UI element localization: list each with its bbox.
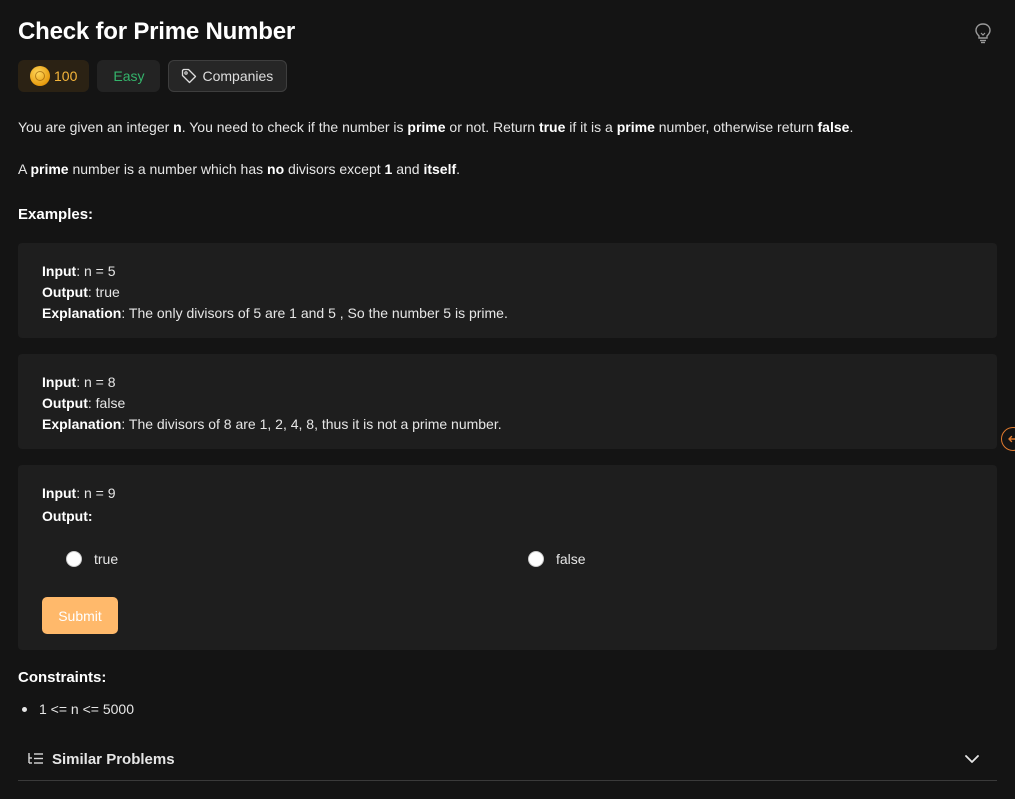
quiz-input: Input: n = 9 (42, 485, 116, 501)
bullet (22, 706, 27, 712)
coin-icon (30, 66, 50, 86)
text-segment: divisors except (284, 161, 385, 177)
quiz-output-label: Output: (42, 508, 93, 524)
lightbulb-icon[interactable] (973, 22, 993, 44)
radio-button-false[interactable] (528, 551, 544, 567)
description-paragraph-2: A prime number is a number which has no … (18, 159, 460, 179)
difficulty-badge: Easy (97, 60, 161, 92)
coins-badge: 100 (18, 60, 90, 92)
tag-icon (182, 68, 197, 84)
text-segment: and (392, 161, 424, 177)
example-input: Input: n = 8 (42, 374, 116, 390)
example-explanation: Explanation: The divisors of 8 are 1, 2,… (42, 416, 502, 432)
example-card: Input: n = 5 Output: true Explanation: T… (18, 243, 997, 338)
example-input: Input: n = 5 (42, 263, 116, 279)
emphasis-text: prime (407, 119, 446, 135)
radio-button-true[interactable] (66, 551, 82, 567)
list-tree-icon (28, 753, 43, 764)
emphasis-text: no (267, 161, 285, 177)
text-segment: . (456, 161, 461, 177)
emphasis-text: prime (616, 119, 655, 135)
option-false-label: false (556, 551, 586, 567)
quiz-card: Input: n = 9 Output: true false Submit (18, 465, 997, 650)
constraint-item: 1 <= n <= 5000 (18, 700, 134, 718)
example-output: Output: true (42, 284, 120, 300)
page-title: Check for Prime Number (18, 18, 296, 45)
companies-button[interactable]: Companies (168, 60, 288, 92)
constraints-list: 1 <= n <= 5000 (18, 700, 134, 718)
coins-value: 100 (54, 68, 78, 84)
example-explanation: Explanation: The only divisors of 5 are … (42, 305, 508, 321)
constraint-text: 1 <= n <= 5000 (39, 701, 134, 717)
emphasis-text: false (817, 119, 850, 135)
answer-options: true false (66, 551, 997, 575)
example-card: Input: n = 8 Output: false Explanation: … (18, 354, 997, 449)
option-false[interactable]: false (528, 551, 586, 567)
submit-button[interactable]: Submit (42, 597, 118, 634)
text-segment: You are given an integer (18, 119, 174, 135)
emphasis-text: prime (30, 161, 69, 177)
description-paragraph-1: You are given an integer n. You need to … (18, 117, 853, 137)
text-segment: . You need to check if the number is (181, 119, 408, 135)
text-segment: number, otherwise return (654, 119, 818, 135)
emphasis-text: true (538, 119, 566, 135)
chevron-down-icon[interactable] (963, 750, 981, 768)
similar-problems-label: Similar Problems (52, 750, 175, 768)
text-segment: A (18, 161, 31, 177)
examples-heading: Examples: (18, 206, 94, 223)
panel-toggle-button[interactable] (1001, 427, 1015, 451)
similar-problems-accordion[interactable]: Similar Problems (18, 738, 997, 781)
option-true-label: true (94, 551, 119, 567)
text-segment: or not. Return (445, 119, 539, 135)
text-segment: . (849, 119, 854, 135)
title-row: Check for Prime Number (18, 14, 997, 50)
companies-label: Companies (202, 68, 274, 84)
problem-tags: 100 Easy Companies (18, 60, 288, 92)
text-segment: number is a number which has (68, 161, 268, 177)
example-output: Output: false (42, 395, 126, 411)
emphasis-text: itself (423, 161, 457, 177)
problem-page: Check for Prime Number 100 Easy Companie… (0, 0, 1015, 799)
emphasis-text: n (173, 119, 182, 135)
arrow-left-icon (1008, 435, 1015, 443)
text-segment: if it is a (565, 119, 617, 135)
constraints-heading: Constraints: (18, 669, 107, 686)
option-true[interactable]: true (66, 551, 118, 567)
